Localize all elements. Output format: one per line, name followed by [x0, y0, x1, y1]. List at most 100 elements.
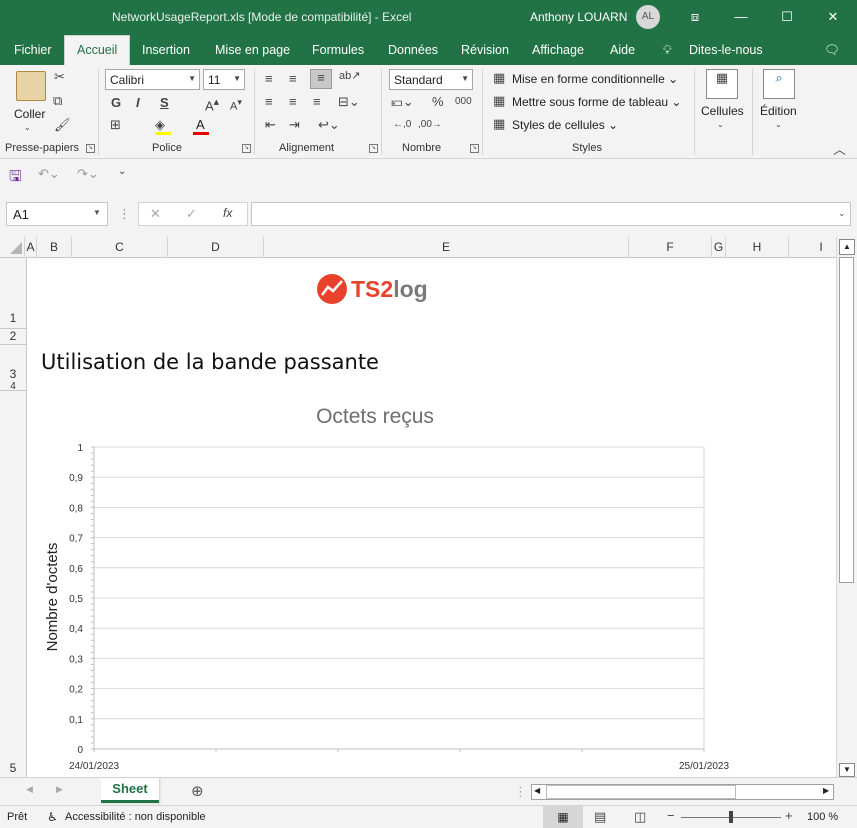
paste-icon[interactable] [16, 71, 46, 101]
name-box[interactable]: A1 ▼ [6, 202, 108, 226]
align-left-icon[interactable]: ≡ [265, 94, 273, 109]
italic-button[interactable]: I [136, 95, 140, 110]
horizontal-scrollbar[interactable]: ◀ ▶ [531, 784, 834, 800]
cell-styles-button[interactable]: Styles de cellules ⌄ [512, 118, 618, 132]
row-header[interactable]: 1 [0, 311, 26, 329]
tab-help[interactable]: Aide [610, 43, 635, 57]
accounting-format-icon[interactable]: 💶︎⌄ [391, 94, 414, 110]
copy-icon[interactable]: ⧉ [53, 93, 62, 109]
undo-icon[interactable]: ↶⌄ [38, 166, 60, 182]
borders-icon[interactable]: ⊞ [110, 117, 121, 133]
format-as-table-button[interactable]: Mettre sous forme de tableau ⌄ [512, 95, 681, 109]
scroll-right-icon[interactable]: ▶ [823, 786, 829, 795]
customize-qat-icon[interactable]: ⌄ [118, 166, 126, 177]
maximize-icon[interactable]: ☐ [772, 5, 802, 29]
tab-data[interactable]: Données [388, 43, 438, 57]
align-top-icon[interactable]: ≡ [265, 71, 273, 86]
alignment-launcher-icon[interactable]: ↘ [369, 144, 378, 153]
cancel-icon[interactable]: ✕ [150, 206, 161, 222]
user-name[interactable]: Anthony LOUARN [530, 10, 627, 24]
redo-icon[interactable]: ↷⌄ [77, 166, 99, 182]
expand-formula-bar-icon[interactable]: ⌄ [838, 208, 846, 219]
increase-decimal-icon[interactable]: ←,0 [393, 119, 411, 130]
tab-review[interactable]: Révision [461, 43, 509, 57]
tab-file[interactable]: Fichier [14, 43, 52, 57]
more-options-icon[interactable]: ⋮ [118, 206, 131, 222]
increase-indent-icon[interactable]: ⇥ [289, 117, 300, 133]
column-header[interactable]: B [37, 237, 72, 258]
vertical-scroll-thumb[interactable] [839, 257, 854, 583]
column-header[interactable]: G [712, 237, 726, 258]
bold-button[interactable]: G [111, 95, 121, 110]
font-color-icon[interactable]: A [196, 117, 205, 132]
fill-color-icon[interactable]: ◈ [155, 117, 165, 133]
scroll-left-icon[interactable]: ◀ [534, 786, 540, 795]
decrease-indent-icon[interactable]: ⇤ [265, 117, 276, 133]
ribbon-display-options-icon[interactable]: ⧈ [680, 5, 710, 29]
align-middle-icon[interactable]: ≡ [289, 71, 297, 86]
row-header[interactable]: 5 [0, 761, 26, 777]
paste-dropdown-icon[interactable]: ⌄ [24, 123, 31, 132]
user-avatar[interactable]: AL [636, 5, 660, 29]
font-launcher-icon[interactable]: ↘ [242, 144, 251, 153]
orientation-icon[interactable]: ab↗ [339, 69, 360, 82]
accessibility-status[interactable]: Accessibilité : non disponible [65, 811, 206, 823]
close-icon[interactable]: ✕ [818, 5, 848, 29]
zoom-in-icon[interactable]: + [785, 808, 793, 823]
font-name-select[interactable]: Calibri ▼ [105, 69, 200, 90]
minimize-icon[interactable]: — [726, 5, 756, 29]
cut-icon[interactable]: ✂ [54, 69, 65, 85]
clipboard-launcher-icon[interactable]: ↘ [86, 144, 95, 153]
paste-button[interactable]: Coller [14, 107, 45, 121]
column-header[interactable]: D [168, 237, 264, 258]
number-format-select[interactable]: Standard ▼ [389, 69, 473, 90]
row-header[interactable]: 2 [0, 329, 26, 345]
column-header[interactable]: E [264, 237, 629, 258]
tab-view[interactable]: Affichage [532, 43, 584, 57]
horizontal-scroll-thumb[interactable] [546, 785, 736, 799]
decrease-decimal-icon[interactable]: ,00→ [418, 119, 442, 130]
decrease-font-icon[interactable]: A▾ [230, 97, 242, 113]
zoom-level[interactable]: 100 % [807, 811, 838, 823]
bandwidth-chart[interactable]: Octets reçus Nombre d'octets 0 0,1 0,2 0,3 0… [27, 387, 836, 777]
editing-button[interactable]: Édition [760, 104, 797, 118]
page-break-view-icon[interactable]: ◫ [634, 809, 646, 825]
tab-home[interactable]: Accueil [64, 35, 131, 65]
previous-sheet-icon[interactable]: ◀ [26, 784, 33, 795]
zoom-slider-thumb[interactable] [729, 811, 733, 823]
tab-insert[interactable]: Insertion [142, 43, 190, 57]
formula-input[interactable]: ⌄ [251, 202, 851, 226]
tab-page-layout[interactable]: Mise en page [215, 43, 290, 57]
scroll-up-icon[interactable]: ▲ [839, 239, 855, 255]
tab-formulas[interactable]: Formules [312, 43, 364, 57]
format-painter-icon[interactable]: 🖌︎ [54, 117, 71, 133]
column-header[interactable]: A [25, 237, 37, 258]
sheet-tab[interactable]: Sheet [101, 778, 159, 803]
save-icon[interactable]: 🖫︎ [9, 166, 22, 191]
increase-font-icon[interactable]: A▴ [205, 95, 219, 113]
row-header[interactable]: 4 [0, 382, 26, 393]
column-header[interactable]: C [72, 237, 168, 258]
cells-button[interactable]: Cellules [701, 104, 744, 118]
thousands-separator-icon[interactable]: 000 [455, 96, 472, 107]
tell-me-search[interactable]: Dites-le-nous [689, 43, 763, 57]
align-right-icon[interactable]: ≡ [313, 94, 321, 109]
page-layout-view-icon[interactable]: ▤ [594, 809, 606, 825]
scroll-down-icon[interactable]: ▼ [839, 763, 855, 777]
underline-button[interactable]: S [160, 95, 169, 110]
wrap-text-icon[interactable]: ↩⌄ [318, 117, 340, 133]
cells-dropdown-icon[interactable]: ⌄ [717, 120, 724, 129]
comments-icon[interactable]: 🗨︎ [824, 43, 840, 58]
conditional-formatting-button[interactable]: Mise en forme conditionnelle ⌄ [512, 72, 678, 86]
vertical-scrollbar[interactable]: ▲ ▼ [836, 237, 857, 777]
percent-icon[interactable]: % [432, 94, 444, 109]
next-sheet-icon[interactable]: ▶ [56, 784, 63, 795]
align-bottom-icon[interactable]: ≡ [310, 69, 332, 89]
align-center-icon[interactable]: ≡ [289, 94, 297, 109]
column-header[interactable]: H [726, 237, 789, 258]
font-size-select[interactable]: 11 ▼ [203, 69, 245, 90]
editing-dropdown-icon[interactable]: ⌄ [775, 120, 782, 129]
insert-function-button[interactable]: fx [223, 206, 232, 220]
number-launcher-icon[interactable]: ↘ [470, 144, 479, 153]
merge-center-icon[interactable]: ⊟⌄ [338, 94, 360, 110]
